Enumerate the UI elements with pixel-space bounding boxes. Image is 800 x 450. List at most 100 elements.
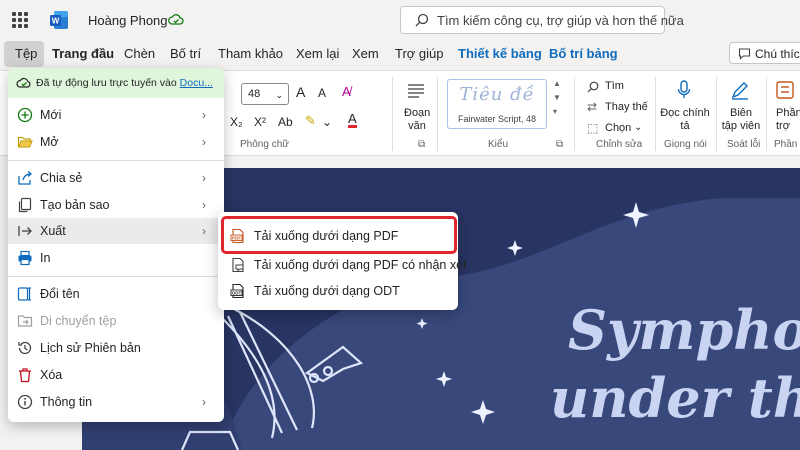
word-logo-icon[interactable]: W <box>50 10 68 30</box>
autosave-banner: Đã tự động lưu trực tuyến vào Docu... <box>8 68 224 98</box>
tab-insert[interactable]: Chèn <box>124 46 155 61</box>
menu-item-info[interactable]: Thông tin › <box>8 389 224 415</box>
ribbon-tabs: Tệp Trang đầu Chèn Bố trí Tham khảo Xem … <box>0 40 800 68</box>
chevron-right-icon: › <box>202 135 206 149</box>
menu-item-print[interactable]: In <box>8 245 224 271</box>
font-size-select[interactable]: 48 ⌄ <box>241 83 289 105</box>
ribbon-separator <box>392 77 393 151</box>
menu-item-label: Di chuyển tệp <box>40 314 117 328</box>
style-gallery-item[interactable]: Tiêu đề Fairwater Script, 48 <box>447 79 547 129</box>
chevron-down-icon[interactable]: ⌄ <box>322 115 332 129</box>
style-name-label: Fairwater Script, 48 <box>457 114 537 124</box>
sensitivity-button[interactable]: Phần trợ <box>776 107 800 133</box>
tab-help[interactable]: Trợ giúp <box>395 46 444 61</box>
submenu-item-download-odt[interactable]: ODT Tải xuống dưới dạng ODT <box>218 278 458 304</box>
shrink-font-icon[interactable]: A <box>318 86 326 100</box>
editor-icon[interactable] <box>730 80 750 100</box>
chevron-right-icon: › <box>202 224 206 238</box>
app-launcher-icon[interactable] <box>12 12 28 28</box>
tab-table-layout[interactable]: Bố trí bảng <box>549 46 618 61</box>
search-icon <box>587 81 599 93</box>
menu-separator <box>8 276 224 277</box>
tab-file[interactable]: Tệp <box>15 46 37 61</box>
comment-icon <box>738 48 751 60</box>
menu-item-label: Chia sẻ <box>40 171 83 185</box>
font-color-icon[interactable]: A <box>348 112 357 128</box>
menu-item-delete[interactable]: Xóa <box>8 362 224 388</box>
find-button[interactable]: Tìm <box>605 80 624 92</box>
pdf-comment-icon <box>232 257 244 273</box>
editor-button[interactable]: Biên tập viên <box>721 107 761 133</box>
dialog-launcher-icon[interactable]: ⧉ <box>556 139 563 150</box>
printer-icon <box>18 250 32 266</box>
menu-item-open[interactable]: Mở › <box>8 129 224 155</box>
tab-review[interactable]: Xem lại <box>296 46 339 61</box>
gallery-down-icon[interactable]: ▼ <box>553 93 561 102</box>
menu-item-export[interactable]: Xuất › <box>8 218 224 244</box>
ribbon-separator <box>716 77 717 151</box>
svg-text:ODT: ODT <box>232 291 242 296</box>
text-effects-icon[interactable]: Ab <box>278 115 293 129</box>
menu-item-version-history[interactable]: Lịch sử Phiên bản <box>8 335 224 361</box>
menu-item-share[interactable]: Chia sẻ › <box>8 165 224 191</box>
gallery-up-icon[interactable]: ▲ <box>553 79 561 88</box>
document-owner-name[interactable]: Hoàng Phong <box>88 13 168 28</box>
cloud-check-icon <box>16 77 31 88</box>
document-title-line-1[interactable]: Symphony <box>568 298 800 362</box>
tab-table-design[interactable]: Thiết kế bảng <box>458 46 542 61</box>
sensitivity-icon[interactable] <box>775 80 795 100</box>
menu-item-label: Xóa <box>40 368 63 382</box>
chevron-right-icon: › <box>202 108 206 122</box>
chevron-down-icon: ⌄ <box>275 90 283 100</box>
search-input[interactable]: Tìm kiếm công cụ, trợ giúp và hơn thế nữ… <box>400 6 684 34</box>
submenu-item-download-pdf-with-comments[interactable]: Tải xuống dưới dạng PDF có nhận xét <box>218 252 467 278</box>
menu-item-label: Đổi tên <box>40 287 80 301</box>
replace-icon: ⇄ <box>587 100 598 114</box>
tab-references[interactable]: Tham khảo <box>218 46 283 61</box>
chevron-right-icon: › <box>202 171 206 185</box>
menu-item-label: In <box>40 251 51 265</box>
grow-font-icon[interactable]: A <box>296 84 305 100</box>
copy-icon <box>18 197 32 213</box>
menu-item-rename[interactable]: Đổi tên <box>8 281 224 307</box>
document-title-line-2[interactable]: under the <box>550 366 800 430</box>
microphone-icon[interactable] <box>677 80 691 100</box>
plus-circle-icon <box>17 107 33 123</box>
tab-view[interactable]: Xem <box>352 46 379 61</box>
chevron-right-icon: › <box>202 198 206 212</box>
menu-item-save-copy[interactable]: Tạo bản sao › <box>8 192 224 218</box>
tab-layout[interactable]: Bố trí <box>170 46 201 61</box>
paragraph-button[interactable]: Đoạn văn <box>404 107 430 133</box>
ribbon-separator <box>437 77 438 151</box>
annotation-highlight-box <box>221 216 457 254</box>
search-icon <box>415 13 429 27</box>
font-group-label: Phông chữ <box>240 139 289 150</box>
ribbon-separator <box>766 77 767 151</box>
move-folder-icon <box>17 315 33 327</box>
comments-button[interactable]: Chú thích <box>729 42 800 64</box>
clear-formatting-icon[interactable]: A̸ <box>342 84 351 99</box>
cloud-sync-icon[interactable] <box>168 12 184 28</box>
tab-home[interactable]: Trang đầu <box>52 46 114 61</box>
submenu-item-label: Tải xuống dưới dạng ODT <box>254 284 400 298</box>
select-button[interactable]: Chọn <box>605 122 631 134</box>
menu-item-label: Xuất <box>40 224 66 238</box>
subscript-icon[interactable]: X₂ <box>230 115 243 129</box>
sensitivity-group-label: Phần b <box>774 139 800 150</box>
autosave-text: Đã tự động lưu trực tuyến vào Docu... <box>36 77 213 89</box>
dialog-launcher-icon[interactable]: ⧉ <box>418 139 425 150</box>
file-menu: Đã tự động lưu trực tuyến vào Docu... Mớ… <box>8 68 224 422</box>
dictate-button[interactable]: Đọc chính tả <box>660 107 710 133</box>
search-placeholder: Tìm kiếm công cụ, trợ giúp và hơn thế nữ… <box>437 13 684 28</box>
gallery-more-icon[interactable]: ▾ <box>553 107 557 116</box>
rename-icon <box>17 287 31 301</box>
highlight-icon[interactable]: ✎ <box>305 113 316 129</box>
menu-item-label: Thông tin <box>40 395 93 409</box>
replace-button[interactable]: Thay thế <box>605 101 648 113</box>
autosave-location-link[interactable]: Docu... <box>180 77 213 89</box>
submenu-item-label: Tải xuống dưới dạng PDF có nhận xét <box>254 258 467 272</box>
paragraph-icon[interactable] <box>407 83 425 99</box>
menu-item-new[interactable]: Mới › <box>8 102 224 128</box>
trash-icon <box>19 368 31 383</box>
superscript-icon[interactable]: X² <box>254 115 266 129</box>
